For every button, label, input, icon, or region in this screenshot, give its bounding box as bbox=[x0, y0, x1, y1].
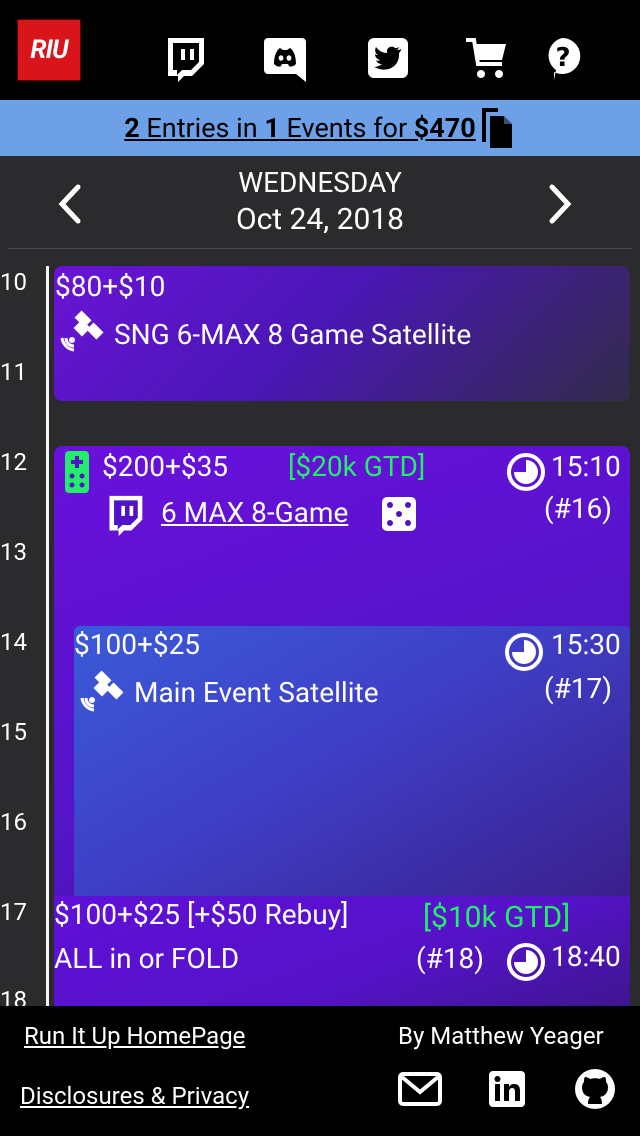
event-guarantee: [$20k GTD] bbox=[288, 450, 426, 483]
events-count: 1 bbox=[264, 112, 280, 144]
event-card-main-event-satellite[interactable]: $100+$25 15:30 (#17) Main Event Satellit… bbox=[74, 626, 630, 906]
hour-label: 17 bbox=[0, 898, 27, 926]
hour-label: 16 bbox=[0, 808, 27, 836]
event-time: 15:10 bbox=[551, 450, 621, 483]
event-name-link[interactable]: 6 MAX 8-Game bbox=[161, 496, 348, 529]
event-buyin: $100+$25 [+$50 Rebuy] bbox=[54, 898, 349, 931]
event-card-all-in-or-fold[interactable]: $100+$25 [+$50 Rebuy] [$10k GTD] ALL in … bbox=[54, 896, 630, 1006]
date-divider bbox=[8, 248, 632, 249]
event-card-satellite-sng[interactable]: $80+$10 SNG 6-MAX 8 Game Satellite bbox=[54, 266, 630, 401]
add-entry-icon[interactable] bbox=[64, 450, 90, 494]
hour-label: 15 bbox=[0, 718, 27, 746]
copy-icon[interactable] bbox=[478, 106, 516, 150]
clock-icon bbox=[505, 633, 543, 671]
svg-text:?: ? bbox=[555, 43, 570, 73]
help-icon[interactable]: ? bbox=[542, 36, 588, 82]
clock-icon bbox=[507, 943, 545, 981]
github-icon[interactable] bbox=[574, 1068, 616, 1110]
hour-label: 13 bbox=[0, 538, 27, 566]
date-label: Oct 24, 2018 bbox=[235, 202, 405, 237]
privacy-link[interactable]: Disclosures & Privacy bbox=[20, 1082, 249, 1110]
logo-text: RIU bbox=[30, 35, 68, 65]
event-number: (#16) bbox=[544, 492, 613, 525]
hour-label: 14 bbox=[0, 628, 27, 656]
event-time: 15:30 bbox=[551, 628, 621, 661]
event-name: Main Event Satellite bbox=[134, 676, 379, 709]
event-guarantee: [$10k GTD] bbox=[423, 900, 571, 935]
author-credit: By Matthew Yeager bbox=[398, 1022, 604, 1050]
clock-icon bbox=[507, 453, 545, 491]
entries-total: $470 bbox=[413, 112, 476, 144]
event-buyin: $200+$35 bbox=[102, 450, 229, 483]
entries-summary-bar[interactable]: 2 Entries in 1 Events for $470 bbox=[0, 100, 640, 156]
hour-label: 10 bbox=[0, 268, 27, 296]
entries-summary-link[interactable]: 2 Entries in 1 Events for $470 bbox=[124, 112, 476, 144]
dice-icon bbox=[382, 497, 416, 531]
homepage-link[interactable]: Run It Up HomePage bbox=[24, 1022, 245, 1050]
event-number: (#18) bbox=[416, 942, 485, 975]
event-time: 18:40 bbox=[551, 940, 621, 973]
entries-count: 2 bbox=[124, 112, 140, 144]
twitch-icon[interactable] bbox=[162, 36, 208, 82]
events-label: Events for bbox=[279, 112, 414, 144]
event-name: SNG 6-MAX 8 Game Satellite bbox=[114, 318, 472, 351]
cart-icon[interactable] bbox=[464, 36, 510, 82]
event-buyin: $80+$10 bbox=[55, 270, 166, 303]
chevron-right-icon[interactable] bbox=[546, 183, 576, 225]
event-number: (#17) bbox=[544, 672, 613, 705]
footer: Run It Up HomePage By Matthew Yeager Dis… bbox=[0, 1006, 640, 1136]
discord-icon[interactable] bbox=[262, 36, 308, 82]
date-navigator: WEDNESDAY Oct 24, 2018 bbox=[0, 156, 640, 248]
entries-label: Entries in bbox=[139, 112, 265, 144]
satellite-icon bbox=[80, 670, 124, 712]
hour-label: 12 bbox=[0, 448, 27, 476]
linkedin-icon[interactable] bbox=[488, 1070, 526, 1108]
riu-logo[interactable]: RIU bbox=[17, 19, 81, 81]
event-buyin: $100+$25 bbox=[74, 628, 201, 661]
twitch-icon[interactable] bbox=[104, 494, 146, 536]
top-nav-bar: RIU ? bbox=[0, 0, 640, 100]
hour-label: 11 bbox=[0, 358, 27, 386]
timeline-line bbox=[46, 266, 49, 1006]
day-name: WEDNESDAY bbox=[238, 166, 402, 199]
event-name: ALL in or FOLD bbox=[54, 942, 240, 975]
email-icon[interactable] bbox=[398, 1072, 442, 1106]
twitter-icon[interactable] bbox=[366, 36, 412, 82]
satellite-icon bbox=[60, 310, 104, 352]
